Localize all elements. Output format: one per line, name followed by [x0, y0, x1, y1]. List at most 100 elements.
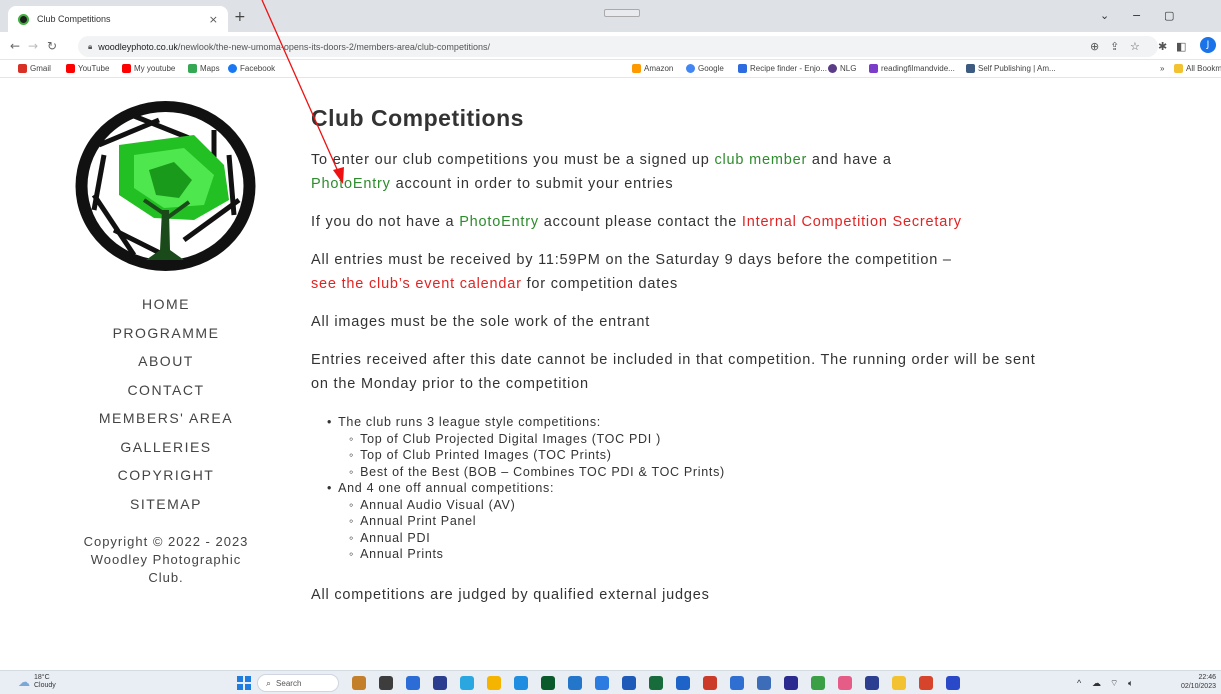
- taskbar-app-icon[interactable]: [784, 676, 798, 690]
- photoentry-link[interactable]: PhotoEntry: [459, 214, 539, 230]
- copyright-notice: Copyright © 2022 - 2023 Woodley Photogra…: [66, 533, 266, 587]
- taskbar-app-icon[interactable]: [703, 676, 717, 690]
- taskbar-app-icon[interactable]: [622, 676, 636, 690]
- browser-toolbar: ← → ↻ 🔒︎ woodleyphoto.co.uk /newlook/the…: [0, 32, 1221, 60]
- reload-icon[interactable]: ↻: [47, 39, 57, 53]
- bookmark-my-youtube[interactable]: My youtube: [122, 64, 175, 73]
- nav-galleries[interactable]: GALLERIES: [66, 439, 266, 468]
- taskbar-app-icon[interactable]: [919, 676, 933, 690]
- list-item: The club runs 3 league style competition…: [327, 414, 1051, 480]
- tab-strip: Club Competitions × + ⌄ − ▢: [0, 0, 1221, 32]
- nav-sitemap[interactable]: SITEMAP: [66, 496, 266, 525]
- list-item: Annual Prints: [349, 546, 1051, 563]
- taskbar-app-icon[interactable]: [487, 676, 501, 690]
- extensions-icon[interactable]: ✱: [1158, 40, 1167, 53]
- taskbar-app-icon[interactable]: [676, 676, 690, 690]
- cloud-icon: ☁: [18, 675, 30, 689]
- minimize-button[interactable]: −: [1132, 9, 1141, 22]
- system-clock[interactable]: 22:46 02/10/2023: [1172, 673, 1216, 691]
- nav-members-area[interactable]: MEMBERS' AREA: [66, 410, 266, 439]
- bookmark-self-publishing[interactable]: Self Publishing | Am...: [966, 64, 1056, 73]
- club-member-link[interactable]: club member: [714, 152, 807, 168]
- taskbar-app-icon[interactable]: [811, 676, 825, 690]
- side-panel-icon[interactable]: ◧: [1176, 40, 1186, 53]
- share-icon[interactable]: ⇪: [1110, 40, 1119, 53]
- bookmark-maps[interactable]: Maps: [188, 64, 220, 73]
- taskbar-app-icon[interactable]: [757, 676, 771, 690]
- nav-copyright[interactable]: COPYRIGHT: [66, 467, 266, 496]
- bookmark-youtube[interactable]: YouTube: [66, 64, 109, 73]
- bookmark-star-icon[interactable]: ☆: [1130, 40, 1140, 53]
- forward-arrow-icon[interactable]: →: [28, 39, 38, 53]
- temperature: 18°C: [34, 674, 50, 681]
- paragraph-text: and have a: [807, 152, 892, 168]
- taskbar-app-icon[interactable]: [946, 676, 960, 690]
- tab-search-icon[interactable]: ⌄: [1100, 9, 1109, 22]
- back-arrow-icon[interactable]: ←: [10, 39, 20, 53]
- taskbar-app-icon[interactable]: [352, 676, 366, 690]
- youtube-icon: [66, 64, 75, 73]
- taskbar-app-icon[interactable]: [433, 676, 447, 690]
- taskbar-app-icon[interactable]: [379, 676, 393, 690]
- photoentry-link[interactable]: PhotoEntry: [311, 176, 391, 192]
- nav-programme[interactable]: PROGRAMME: [66, 325, 266, 354]
- taskbar-app-icon[interactable]: [541, 676, 555, 690]
- site-navigation: HOME PROGRAMME ABOUT CONTACT MEMBERS' AR…: [66, 296, 266, 524]
- bookmark-google[interactable]: Google: [686, 64, 724, 73]
- bookmark-nlg[interactable]: NLG: [828, 64, 856, 73]
- entry-requirements-paragraph: To enter our club competitions you must …: [311, 148, 1051, 196]
- bookmark-facebook[interactable]: Facebook: [228, 64, 275, 73]
- all-bookmarks-folder[interactable]: All Bookma: [1174, 64, 1221, 73]
- new-tab-button[interactable]: +: [234, 9, 246, 25]
- profile-avatar[interactable]: J: [1200, 37, 1216, 53]
- taskbar-app-icon[interactable]: [865, 676, 879, 690]
- weather-widget[interactable]: ☁ 18°C Cloudy: [18, 674, 56, 690]
- annual-competitions-list: Annual Audio Visual (AV) Annual Print Pa…: [349, 497, 1051, 563]
- maximize-button[interactable]: ▢: [1164, 9, 1174, 22]
- list-item: Top of Club Printed Images (TOC Prints): [349, 447, 1051, 464]
- taskbar-app-icon[interactable]: [892, 676, 906, 690]
- site-favicon-icon: [18, 13, 29, 25]
- nav-home[interactable]: HOME: [66, 296, 266, 325]
- nav-about[interactable]: ABOUT: [66, 353, 266, 382]
- tab-close-icon[interactable]: ×: [209, 13, 218, 26]
- taskbar-app-icon[interactable]: [838, 676, 852, 690]
- weather-condition: Cloudy: [34, 682, 56, 689]
- nav-contact[interactable]: CONTACT: [66, 382, 266, 411]
- bookmark-amazon[interactable]: Amazon: [632, 64, 673, 73]
- bookmark-recipe-finder[interactable]: Recipe finder - Enjo...: [738, 64, 827, 73]
- taskbar-app-icon[interactable]: [595, 676, 609, 690]
- wifi-icon[interactable]: ⌔: [1110, 678, 1118, 689]
- taskbar-app-icon[interactable]: [649, 676, 663, 690]
- list-item: And 4 one off annual competitions: Annua…: [327, 480, 1051, 563]
- onedrive-icon[interactable]: ☁: [1092, 678, 1101, 689]
- event-calendar-link[interactable]: see the club’s event calendar: [311, 276, 522, 292]
- league-competitions-list: Top of Club Projected Digital Images (TO…: [349, 431, 1051, 481]
- taskbar-app-icon[interactable]: [730, 676, 744, 690]
- woodley-logo-icon[interactable]: [74, 100, 257, 272]
- bookmark-label: Recipe finder - Enjo...: [750, 64, 827, 73]
- bookmarks-overflow-button[interactable]: »: [1160, 64, 1164, 73]
- taskbar-app-icon[interactable]: [460, 676, 474, 690]
- zoom-icon[interactable]: ⊕: [1090, 40, 1099, 53]
- address-bar[interactable]: 🔒︎ woodleyphoto.co.uk /newlook/the-new-u…: [78, 36, 1158, 57]
- overflow-chevron-icon: »: [1160, 64, 1165, 73]
- search-icon: ⌕: [266, 677, 272, 688]
- taskbar-app-icon[interactable]: [568, 676, 582, 690]
- competition-secretary-link[interactable]: Internal Competition Secretary: [742, 214, 962, 230]
- no-account-paragraph: If you do not have a PhotoEntry account …: [311, 210, 1051, 234]
- windows-start-icon[interactable]: [237, 676, 251, 690]
- window-drag-handle[interactable]: [604, 9, 640, 17]
- tab-club-competitions[interactable]: Club Competitions ×: [8, 6, 228, 32]
- bookmark-label: NLG: [840, 64, 857, 73]
- bookmark-gmail[interactable]: Gmail: [18, 64, 51, 73]
- volume-icon[interactable]: 🔈︎: [1128, 678, 1133, 689]
- bookmark-readingfilm[interactable]: readingfilmandvide...: [869, 64, 955, 73]
- taskbar-search[interactable]: ⌕ Search: [257, 674, 339, 692]
- taskbar-app-icon[interactable]: [406, 676, 420, 690]
- tray-chevron-icon[interactable]: ^: [1077, 678, 1081, 688]
- taskbar-app-icon[interactable]: [514, 676, 528, 690]
- bookmark-label: My youtube: [134, 64, 176, 73]
- list-item: Annual PDI: [349, 530, 1051, 547]
- paragraph-text: To enter our club competitions you must …: [311, 152, 715, 168]
